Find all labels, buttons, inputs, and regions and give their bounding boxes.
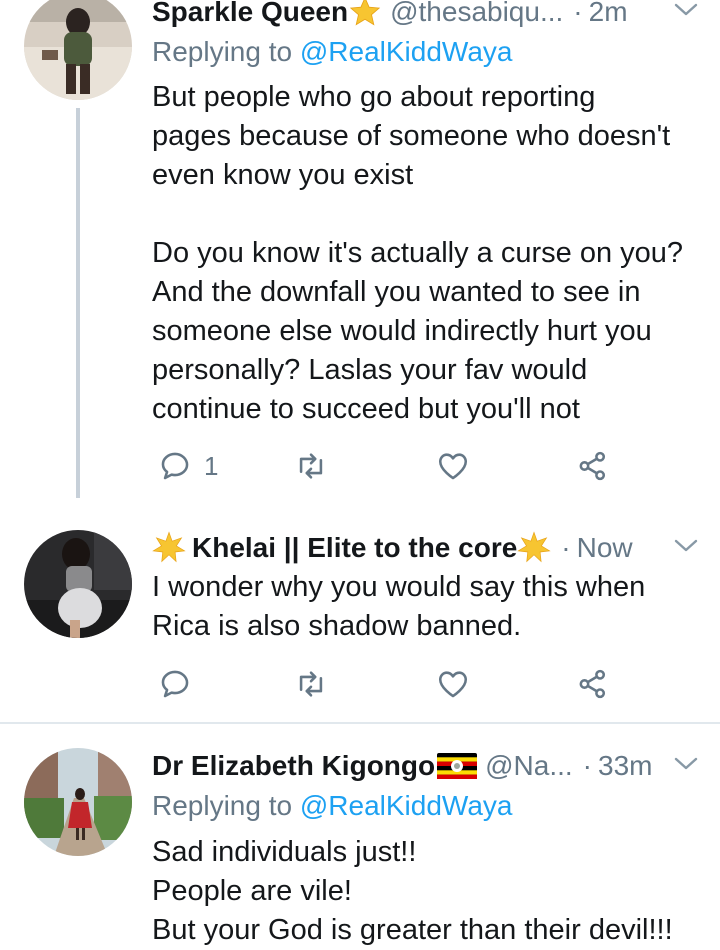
chevron-down-icon[interactable] — [672, 0, 700, 22]
tweet-text: Sad individuals just!! People are vile! … — [152, 836, 673, 946]
avatar[interactable] — [24, 748, 132, 856]
share-button[interactable] — [576, 446, 610, 486]
handle[interactable]: @Na... — [485, 746, 573, 786]
timestamp[interactable]: Now — [577, 528, 633, 568]
tweet-header: Khelai || Elite to the core · Now — [152, 528, 700, 568]
retweet-button[interactable] — [294, 446, 328, 486]
like-button[interactable] — [436, 446, 470, 486]
like-icon — [438, 453, 468, 480]
chevron-down-icon[interactable] — [672, 534, 700, 558]
tweet-2[interactable]: Khelai || Elite to the core · Now I wond… — [0, 510, 720, 722]
retweet-button[interactable] — [294, 664, 328, 704]
like-icon — [438, 671, 468, 698]
mention-link[interactable]: @RealKiddWaya — [300, 36, 513, 67]
handle[interactable]: @thesabiqu... — [390, 0, 563, 32]
action-bar — [152, 664, 632, 704]
mention-link[interactable]: @RealKiddWaya — [300, 790, 513, 821]
action-bar: 1 — [152, 446, 632, 486]
timestamp[interactable]: 33m — [598, 746, 652, 786]
thread-line — [76, 108, 80, 498]
reply-button[interactable]: 1 — [158, 446, 218, 486]
tweet-3[interactable]: Dr Elizabeth Kigongo @Na... · 33m Replyi… — [0, 724, 720, 947]
display-name[interactable]: Dr Elizabeth Kigongo — [152, 746, 435, 786]
avatar[interactable] — [24, 530, 132, 638]
display-name[interactable]: Khelai || Elite to the core — [192, 528, 517, 568]
tweet-text: But people who go about reporting pages … — [152, 81, 684, 425]
retweet-icon — [299, 671, 323, 697]
reply-icon — [161, 452, 189, 480]
avatar[interactable] — [24, 0, 132, 100]
uganda-flag-icon — [437, 753, 478, 779]
share-button[interactable] — [576, 664, 610, 704]
reply-button[interactable] — [158, 664, 192, 704]
reply-count: 1 — [204, 450, 219, 481]
tweet-header: Dr Elizabeth Kigongo @Na... · 33m — [152, 746, 700, 786]
timestamp[interactable]: 2m — [589, 0, 628, 32]
replying-to-label: Replying to — [152, 790, 300, 821]
share-icon — [579, 451, 606, 481]
separator: · — [582, 750, 592, 781]
replying-to: Replying to @RealKiddWaya — [152, 786, 512, 826]
separator: · — [561, 532, 571, 563]
replying-to: Replying to @RealKiddWaya — [152, 32, 512, 72]
tweet-1[interactable]: Sparkle Queen @thesabiqu... · 2m Replyin… — [0, 0, 720, 510]
display-name[interactable]: Sparkle Queen — [152, 0, 348, 32]
star-icon — [517, 531, 551, 563]
retweet-icon — [299, 453, 323, 479]
separator: · — [573, 0, 583, 27]
tweet-header: Sparkle Queen @thesabiqu... · 2m — [152, 0, 700, 32]
replying-to-label: Replying to — [152, 36, 300, 67]
share-icon — [579, 669, 606, 699]
star-icon — [152, 531, 186, 563]
reply-icon — [161, 670, 189, 698]
star-icon — [349, 0, 381, 26]
tweet-text: I wonder why you would say this when Ric… — [152, 571, 646, 642]
chevron-down-icon[interactable] — [672, 752, 700, 776]
like-button[interactable] — [436, 664, 470, 704]
